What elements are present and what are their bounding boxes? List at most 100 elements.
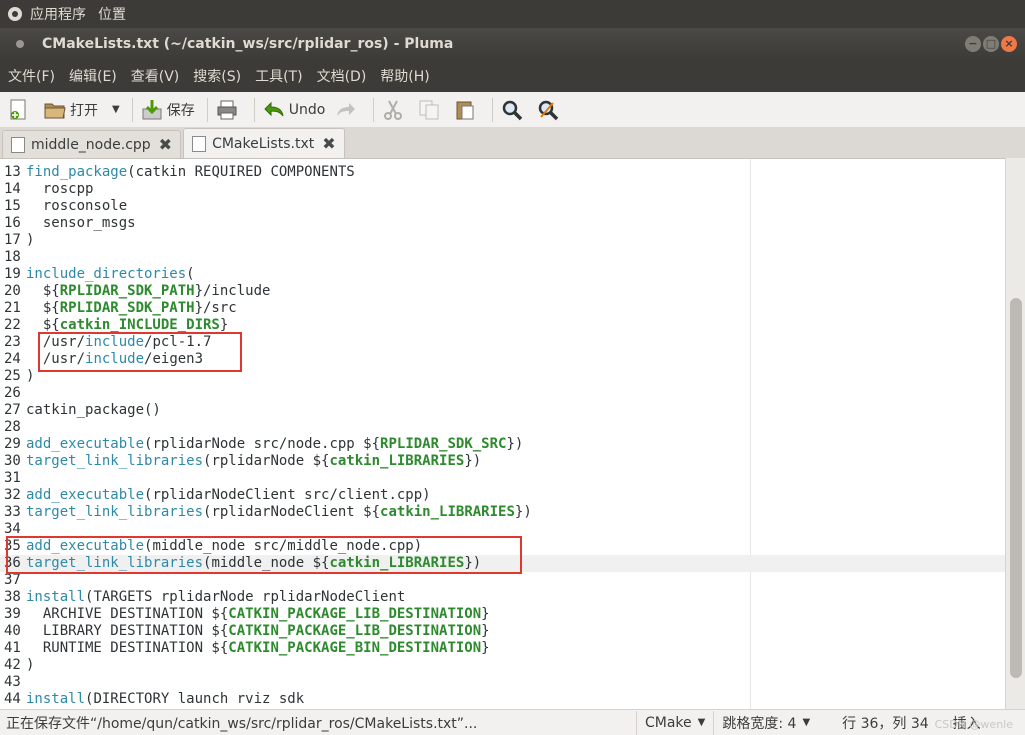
code-line[interactable]: 28: [0, 419, 26, 436]
places-menu[interactable]: 位置: [98, 4, 126, 24]
menu-help[interactable]: 帮助(H): [380, 66, 429, 86]
line-number: 38: [4, 589, 21, 605]
menu-tools[interactable]: 工具(T): [255, 66, 302, 86]
code-line[interactable]: 17): [0, 232, 34, 249]
line-number: 27: [4, 402, 21, 418]
code-text: install(TARGETS rplidarNode rplidarNodeC…: [26, 589, 406, 605]
menu-view[interactable]: 查看(V): [131, 66, 180, 86]
minimize-button[interactable]: −: [965, 36, 981, 52]
save-button[interactable]: 保存: [141, 99, 195, 121]
status-bar: 正在保存文件“/home/qun/catkin_ws/src/rplidar_r…: [0, 709, 1025, 735]
tab-width-selector[interactable]: 跳格宽度: 4 ▼: [713, 710, 818, 735]
code-text: install(DIRECTORY launch rviz sdk: [26, 691, 305, 707]
tab-label: middle_node.cpp: [31, 136, 151, 153]
file-icon: [192, 135, 207, 152]
window-title: CMakeLists.txt (~/catkin_ws/src/rplidar_…: [42, 36, 454, 52]
code-line[interactable]: 38 install(TARGETS rplidarNode rplidarNod…: [0, 589, 405, 606]
open-dropdown-icon[interactable]: ▼: [112, 104, 120, 115]
undo-label: Undo: [288, 101, 326, 118]
code-line[interactable]: 41 RUNTIME DESTINATION ${CATKIN_PACKAGE_…: [0, 640, 490, 657]
line-number: 39: [4, 606, 21, 622]
vertical-scrollbar[interactable]: [1005, 158, 1025, 709]
print-button[interactable]: [216, 99, 242, 121]
redo-button[interactable]: [335, 99, 361, 121]
menu-file[interactable]: 文件(F): [8, 66, 55, 86]
code-text: LIBRARY DESTINATION ${CATKIN_PACKAGE_LIB…: [26, 623, 490, 639]
code-line[interactable]: 14 roscpp: [0, 181, 93, 198]
line-number: 30: [4, 453, 21, 469]
code-line[interactable]: 29 add_executable(rplidarNode src/node.cp…: [0, 436, 523, 453]
tab-cmakelists-txt[interactable]: CMakeLists.txt ✖: [183, 128, 345, 158]
new-file-button[interactable]: [8, 99, 34, 121]
toolbar: 打开 ▼ 保存 Undo: [0, 92, 1025, 128]
code-line[interactable]: 19 include_directories(: [0, 266, 195, 283]
watermark: CSDN @wenle: [934, 718, 1013, 731]
code-line[interactable]: 25): [0, 368, 34, 385]
code-text: ): [26, 232, 35, 248]
status-message: 正在保存文件“/home/qun/catkin_ws/src/rplidar_r…: [6, 715, 478, 732]
save-icon: [141, 99, 163, 121]
cut-button[interactable]: [382, 99, 408, 121]
language-selector[interactable]: CMake ▼: [636, 710, 713, 735]
code-line[interactable]: 42): [0, 657, 34, 674]
code-line[interactable]: 13 find_package(catkin REQUIRED COMPONENT…: [0, 164, 355, 181]
code-line[interactable]: 32 add_executable(rplidarNodeClient src/c…: [0, 487, 431, 504]
toolbar-separator: [253, 97, 255, 122]
text-editor[interactable]: 13 find_package(catkin REQUIRED COMPONENT…: [0, 158, 1025, 709]
line-number: 13: [4, 164, 21, 180]
code-line[interactable]: 33 target_link_libraries(rplidarNodeClien…: [0, 504, 532, 521]
code-line[interactable]: 43: [0, 674, 26, 691]
maximize-button[interactable]: □: [983, 36, 999, 52]
ubuntu-logo-icon[interactable]: [8, 7, 22, 21]
code-line[interactable]: 15 rosconsole: [0, 198, 127, 215]
window-menu-icon[interactable]: [16, 40, 24, 48]
line-number: 19: [4, 266, 21, 282]
code-line[interactable]: 39 ARCHIVE DESTINATION ${CATKIN_PACKAGE_…: [0, 606, 490, 623]
find-button[interactable]: [501, 99, 527, 121]
code-line[interactable]: 40 LIBRARY DESTINATION ${CATKIN_PACKAGE_…: [0, 623, 490, 640]
line-number: 24: [4, 351, 21, 367]
code-text: ${RPLIDAR_SDK_PATH}/src: [26, 300, 237, 316]
paste-button[interactable]: [454, 99, 480, 121]
code-text: roscpp: [26, 181, 94, 197]
line-number: 44: [4, 691, 21, 707]
line-number: 33: [4, 504, 21, 520]
code-line[interactable]: 27 catkin_package(): [0, 402, 161, 419]
tab-middle-node-cpp[interactable]: middle_node.cpp ✖: [2, 130, 182, 158]
line-number: 18: [4, 249, 21, 265]
code-text: ${catkin_INCLUDE_DIRS}: [26, 317, 229, 333]
code-line[interactable]: 18: [0, 249, 26, 266]
new-file-icon: [8, 99, 30, 121]
code-line[interactable]: 26: [0, 385, 26, 402]
code-text: add_executable(rplidarNodeClient src/cli…: [26, 487, 431, 503]
tab-width-label: 跳格宽度: 4: [722, 715, 797, 732]
code-text: find_package(catkin REQUIRED COMPONENTS: [26, 164, 355, 180]
code-text: target_link_libraries(rplidarNode ${catk…: [26, 453, 482, 469]
menu-documents[interactable]: 文档(D): [317, 66, 367, 86]
code-line[interactable]: 21 ${RPLIDAR_SDK_PATH}/src: [0, 300, 237, 317]
line-number: 26: [4, 385, 21, 401]
code-line[interactable]: 31: [0, 470, 26, 487]
close-tab-icon[interactable]: ✖: [159, 135, 172, 154]
code-text: RUNTIME DESTINATION ${CATKIN_PACKAGE_BIN…: [26, 640, 490, 656]
code-text: ): [26, 657, 35, 673]
undo-button[interactable]: Undo: [263, 99, 326, 121]
code-line[interactable]: 30 target_link_libraries(rplidarNode ${ca…: [0, 453, 481, 470]
menu-search[interactable]: 搜索(S): [193, 66, 241, 86]
find-replace-button[interactable]: [537, 99, 563, 121]
menu-edit[interactable]: 编辑(E): [69, 66, 117, 86]
line-number: 17: [4, 232, 21, 248]
code-line[interactable]: 16 sensor_msgs: [0, 215, 136, 232]
close-tab-icon[interactable]: ✖: [322, 134, 335, 153]
code-line[interactable]: 44 install(DIRECTORY launch rviz sdk: [0, 691, 304, 708]
scrollbar-thumb[interactable]: [1010, 298, 1022, 678]
folder-open-icon: [44, 99, 66, 121]
open-button[interactable]: 打开 ▼: [44, 99, 120, 121]
paste-icon: [454, 99, 476, 121]
code-text: catkin_package(): [26, 402, 161, 418]
close-button[interactable]: ×: [1001, 36, 1017, 52]
applications-menu[interactable]: 应用程序: [30, 4, 86, 24]
copy-button[interactable]: [418, 99, 444, 121]
code-line[interactable]: 20 ${RPLIDAR_SDK_PATH}/include: [0, 283, 270, 300]
code-line[interactable]: 37: [0, 572, 26, 589]
